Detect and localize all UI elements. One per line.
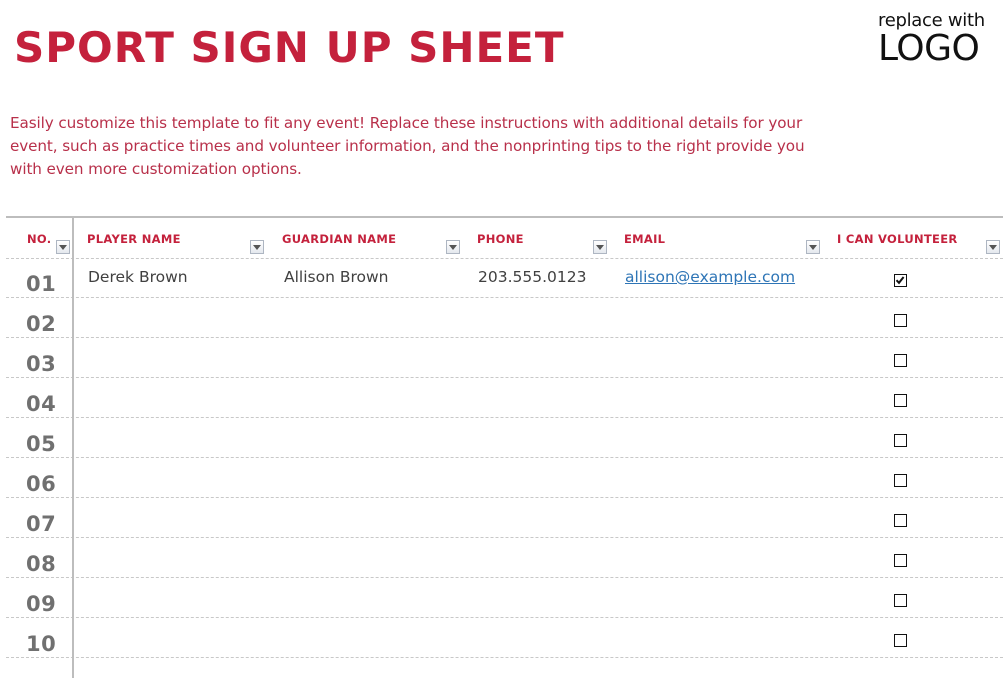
row-number: 04: [26, 392, 57, 416]
checkmark-icon: [895, 276, 905, 285]
filter-dropdown-no[interactable]: [56, 240, 70, 254]
table-row: 04: [6, 378, 1003, 418]
table-row: 05: [6, 418, 1003, 458]
table-row: 08: [6, 538, 1003, 578]
table-row: 01 Derek Brown Allison Brown 203.555.0123 al…: [6, 258, 1003, 298]
filter-dropdown-i-can-volunteer[interactable]: [986, 240, 1000, 254]
dropdown-arrow-icon: [809, 244, 817, 250]
table-header-row: NO. PLAYER NAME GUARDIAN NAME PHONE EMAI…: [6, 218, 1003, 259]
row-number: 09: [26, 592, 57, 616]
table-row: 03: [6, 338, 1003, 378]
phone-cell[interactable]: 203.555.0123: [478, 268, 586, 286]
volunteer-checkbox[interactable]: [894, 434, 907, 447]
table-row: 07: [6, 498, 1003, 538]
dropdown-arrow-icon: [989, 244, 997, 250]
volunteer-checkbox[interactable]: [894, 474, 907, 487]
volunteer-checkbox[interactable]: [894, 274, 907, 287]
row-number: 05: [26, 432, 57, 456]
player-name-cell[interactable]: Derek Brown: [88, 268, 188, 286]
volunteer-checkbox[interactable]: [894, 354, 907, 367]
table-row: 10: [6, 618, 1003, 658]
table-row: 02: [6, 298, 1003, 338]
logo-text: LOGO: [878, 28, 980, 69]
volunteer-checkbox[interactable]: [894, 594, 907, 607]
column-header-player-name: PLAYER NAME: [87, 232, 181, 246]
row-number: 02: [26, 312, 57, 336]
row-number: 06: [26, 472, 57, 496]
column-header-guardian-name: GUARDIAN NAME: [282, 232, 397, 246]
dropdown-arrow-icon: [449, 244, 457, 250]
volunteer-checkbox[interactable]: [894, 394, 907, 407]
dropdown-arrow-icon: [59, 244, 67, 250]
number-column-divider: [72, 218, 74, 678]
column-header-i-can-volunteer: I CAN VOLUNTEER: [837, 232, 958, 246]
row-number: 03: [26, 352, 57, 376]
table-row: 06: [6, 458, 1003, 498]
filter-dropdown-player-name[interactable]: [250, 240, 264, 254]
filter-dropdown-guardian-name[interactable]: [446, 240, 460, 254]
row-number: 08: [26, 552, 57, 576]
row-number: 01: [26, 272, 57, 296]
dropdown-arrow-icon: [253, 244, 261, 250]
row-number: 10: [26, 632, 57, 656]
dropdown-arrow-icon: [596, 244, 604, 250]
guardian-name-cell[interactable]: Allison Brown: [284, 268, 388, 286]
page-title: SPORT SIGN UP SHEET: [14, 23, 565, 72]
row-number: 07: [26, 512, 57, 536]
email-link[interactable]: allison@example.com: [625, 268, 795, 286]
column-header-no: NO.: [27, 232, 52, 246]
column-header-email: EMAIL: [624, 232, 666, 246]
logo-placeholder[interactable]: replace with LOGO: [878, 10, 998, 69]
instructions-text: Easily customize this template to fit an…: [10, 114, 805, 178]
volunteer-checkbox[interactable]: [894, 314, 907, 327]
volunteer-checkbox[interactable]: [894, 554, 907, 567]
filter-dropdown-phone[interactable]: [593, 240, 607, 254]
volunteer-checkbox[interactable]: [894, 514, 907, 527]
filter-dropdown-email[interactable]: [806, 240, 820, 254]
table-row: 09: [6, 578, 1003, 618]
column-header-phone: PHONE: [477, 232, 524, 246]
volunteer-checkbox[interactable]: [894, 634, 907, 647]
